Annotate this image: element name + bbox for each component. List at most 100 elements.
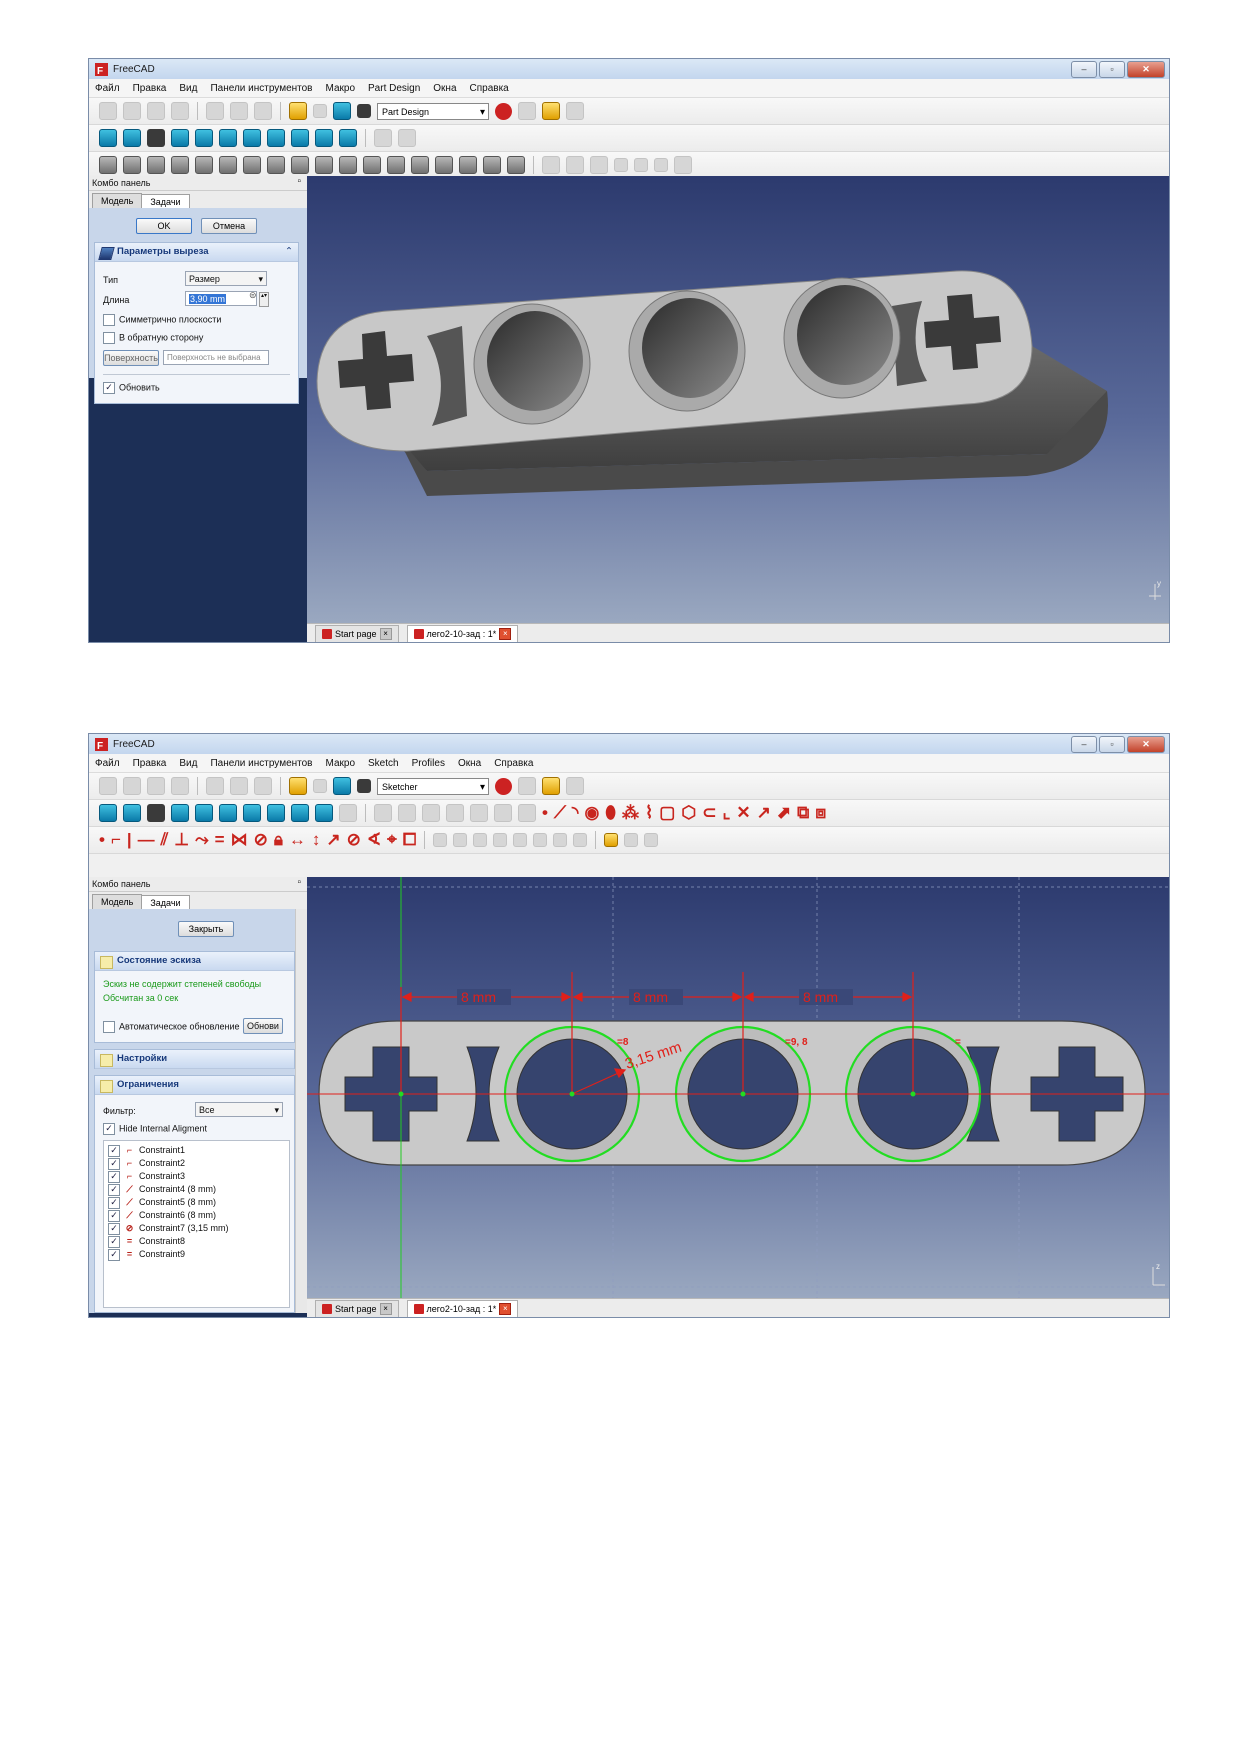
groove-icon[interactable] [171,156,189,174]
view-top-icon[interactable] [219,804,237,822]
coincident-icon[interactable]: • [99,831,105,849]
slot-icon[interactable]: ⊂ [702,804,716,822]
tab-tasks[interactable]: Задачи [141,194,190,209]
stop-macro-icon[interactable] [518,102,536,120]
leave-sketch-icon[interactable] [470,804,488,822]
close-button[interactable]: ✕ [1127,61,1165,78]
menu-windows[interactable]: Окна [433,83,456,94]
reverse-checkbox[interactable]: В обратную сторону [103,332,203,344]
menu-edit[interactable]: Правка [133,758,167,769]
list-item[interactable]: ✓ ⌐ Constraint2 [108,1157,285,1170]
shape-binder-icon[interactable] [566,156,584,174]
bspline-icon[interactable]: ⁂ [622,804,639,822]
list-item[interactable]: ✓ ⟋ Constraint5 (8 mm) [108,1196,285,1209]
length-spinner[interactable]: ▴▾ [259,292,269,307]
draft-icon[interactable] [267,156,285,174]
part-icon[interactable] [374,129,392,147]
select-constraints-icon[interactable] [493,833,508,847]
equal-label-1[interactable]: =8 [617,1037,629,1048]
polyline-icon[interactable]: ⌇ [645,804,653,822]
lock-icon[interactable]: 🔒︎ [274,831,283,849]
settings-header[interactable]: Настройки [95,1050,294,1069]
fit-selection-icon[interactable] [123,804,141,822]
maximize-button[interactable]: ▫ [1099,736,1125,753]
menu-file[interactable]: Файл [95,83,120,94]
face-button[interactable]: Поверхность [103,350,159,366]
minimize-button[interactable]: – [1071,61,1097,78]
close-tab-icon[interactable]: × [379,627,392,640]
stop-macro-icon[interactable] [518,777,536,795]
boolean-icon[interactable] [507,156,525,174]
select-origin-icon[interactable] [513,833,528,847]
angle-icon[interactable]: ∢ [367,831,381,849]
print-icon[interactable] [171,102,189,120]
select-solver-dofs-icon[interactable] [433,833,448,847]
tab-document[interactable]: лего2-10-зад : 1* × [406,624,519,642]
menu-view[interactable]: Вид [179,758,197,769]
view-top-icon[interactable] [219,129,237,147]
line-icon[interactable]: ⟋ [554,804,566,822]
local-cs-icon[interactable] [674,156,692,174]
tab-tasks[interactable]: Задачи [141,895,190,910]
view-front-icon[interactable] [195,804,213,822]
list-item[interactable]: ✓ = Constraint8 [108,1235,285,1248]
group-icon[interactable] [398,804,416,822]
view-rear-icon[interactable] [267,804,285,822]
clone-icon[interactable] [590,156,608,174]
view-right-icon[interactable] [243,804,261,822]
undo-icon[interactable] [289,777,307,795]
save-file-icon[interactable] [147,777,165,795]
list-item[interactable]: ✓ ⌐ Constraint1 [108,1144,285,1157]
refresh-icon[interactable] [333,777,351,795]
new-file-icon[interactable] [99,777,117,795]
tab-start-page[interactable]: Start page × [315,624,399,642]
view-right-icon[interactable] [243,129,261,147]
rectangle-icon[interactable]: ▢ [659,804,675,822]
symmetry-icon[interactable] [533,833,548,847]
maximize-button[interactable]: ▫ [1099,61,1125,78]
additive-cylinder-icon[interactable] [459,156,477,174]
view-front-icon[interactable] [195,129,213,147]
radius-icon[interactable]: ⊘ [347,831,361,849]
whats-this-icon[interactable] [357,104,371,118]
fillet-icon[interactable] [219,156,237,174]
tab-start-page[interactable]: Start page × [315,1299,399,1317]
constraints-header[interactable]: Ограничения [95,1076,294,1095]
view-rear-icon[interactable] [267,129,285,147]
connect-edges-icon[interactable] [473,833,488,847]
paste-icon[interactable] [254,777,272,795]
menu-toolbars[interactable]: Панели инструментов [210,83,312,94]
open-file-icon[interactable] [123,777,141,795]
parallel-icon[interactable]: ⫽ [161,831,169,849]
hide-internal-checkbox[interactable]: ✓ Hide Internal Aligment [103,1123,207,1135]
run-macro-icon[interactable] [566,102,584,120]
circle-icon[interactable]: ◉ [584,804,599,822]
menu-file[interactable]: Файл [95,758,120,769]
edit-macro-icon[interactable] [542,777,560,795]
cut-icon[interactable] [206,102,224,120]
fit-all-icon[interactable] [99,129,117,147]
datum-line-icon[interactable] [634,158,648,172]
redo-icon[interactable] [313,104,327,118]
run-macro-icon[interactable] [566,777,584,795]
scaled-icon[interactable] [387,156,405,174]
dimension-label-2[interactable]: 8 mm [633,989,668,1005]
sketch-state-header[interactable]: Состояние эскиза [95,952,294,971]
new-sketch-icon[interactable] [422,804,440,822]
conic-icon[interactable]: ⬮ [605,804,616,822]
fillet-sketch-icon[interactable]: ⌞ [722,804,730,822]
menu-help[interactable]: Справка [470,83,509,94]
measure-icon[interactable] [339,129,357,147]
menu-view[interactable]: Вид [179,83,197,94]
point-icon[interactable]: • [542,804,548,822]
cancel-button[interactable]: Отмена [201,218,257,234]
vertical-icon[interactable]: | [127,831,132,849]
view-axonometric-icon[interactable] [171,804,189,822]
dimension-label-1[interactable]: 8 mm [461,989,496,1005]
close-button[interactable]: ✕ [1127,736,1165,753]
open-file-icon[interactable] [123,102,141,120]
rectangular-array-icon[interactable] [573,833,588,847]
point-on-object-icon[interactable]: ⌐ [111,831,121,849]
vertical-distance-icon[interactable]: ↕ [312,831,321,849]
external-geometry-icon[interactable]: ⬈ [777,804,791,822]
